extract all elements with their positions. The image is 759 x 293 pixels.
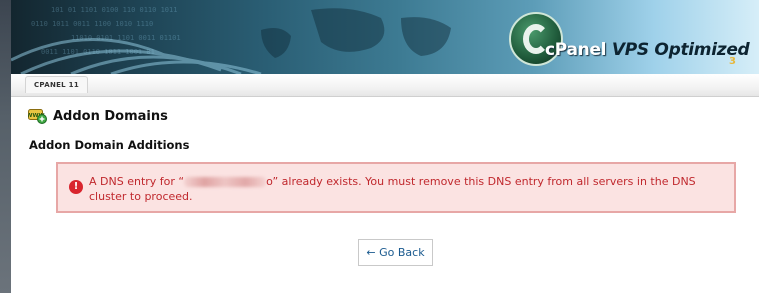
error-message-start: A DNS entry for “ xyxy=(89,175,185,188)
main-content: WWW Addon Domains Addon Domain Additions… xyxy=(11,97,759,293)
logo-brand: cPanel xyxy=(545,40,607,60)
left-edge-strip xyxy=(0,0,11,293)
cpanel-logo: cPanel VPS Optimized 3 xyxy=(507,10,757,72)
redacted-domain xyxy=(184,177,267,187)
error-message: A DNS entry for “o” already exists. You … xyxy=(89,174,729,204)
error-icon: ! xyxy=(69,180,83,194)
section-title: Addon Domain Additions xyxy=(29,138,190,152)
tab-cpanel-11[interactable]: CPANEL 11 xyxy=(25,76,89,93)
cpanel-banner: 101 01 1101 0100 110 0110 1011 0110 1011… xyxy=(11,0,759,74)
cpanel-logo-text: cPanel VPS Optimized xyxy=(545,40,750,60)
go-back-button[interactable]: ← Go Back xyxy=(358,239,433,266)
page-title: Addon Domains xyxy=(53,108,168,124)
addon-domains-icon: WWW xyxy=(26,108,47,124)
page-header: WWW Addon Domains xyxy=(26,108,168,124)
svg-text:0110 1011 0011 1100 1010 1110: 0110 1011 0011 1100 1010 1110 xyxy=(31,20,153,28)
svg-text:101 01 1101 0100 110 0110 1011: 101 01 1101 0100 110 0110 1011 xyxy=(51,6,177,14)
logo-version-mark: 3 xyxy=(729,56,736,67)
error-alert: ! A DNS entry for “o” already exists. Yo… xyxy=(56,162,736,213)
tab-bar: CPANEL 11 xyxy=(11,74,759,97)
